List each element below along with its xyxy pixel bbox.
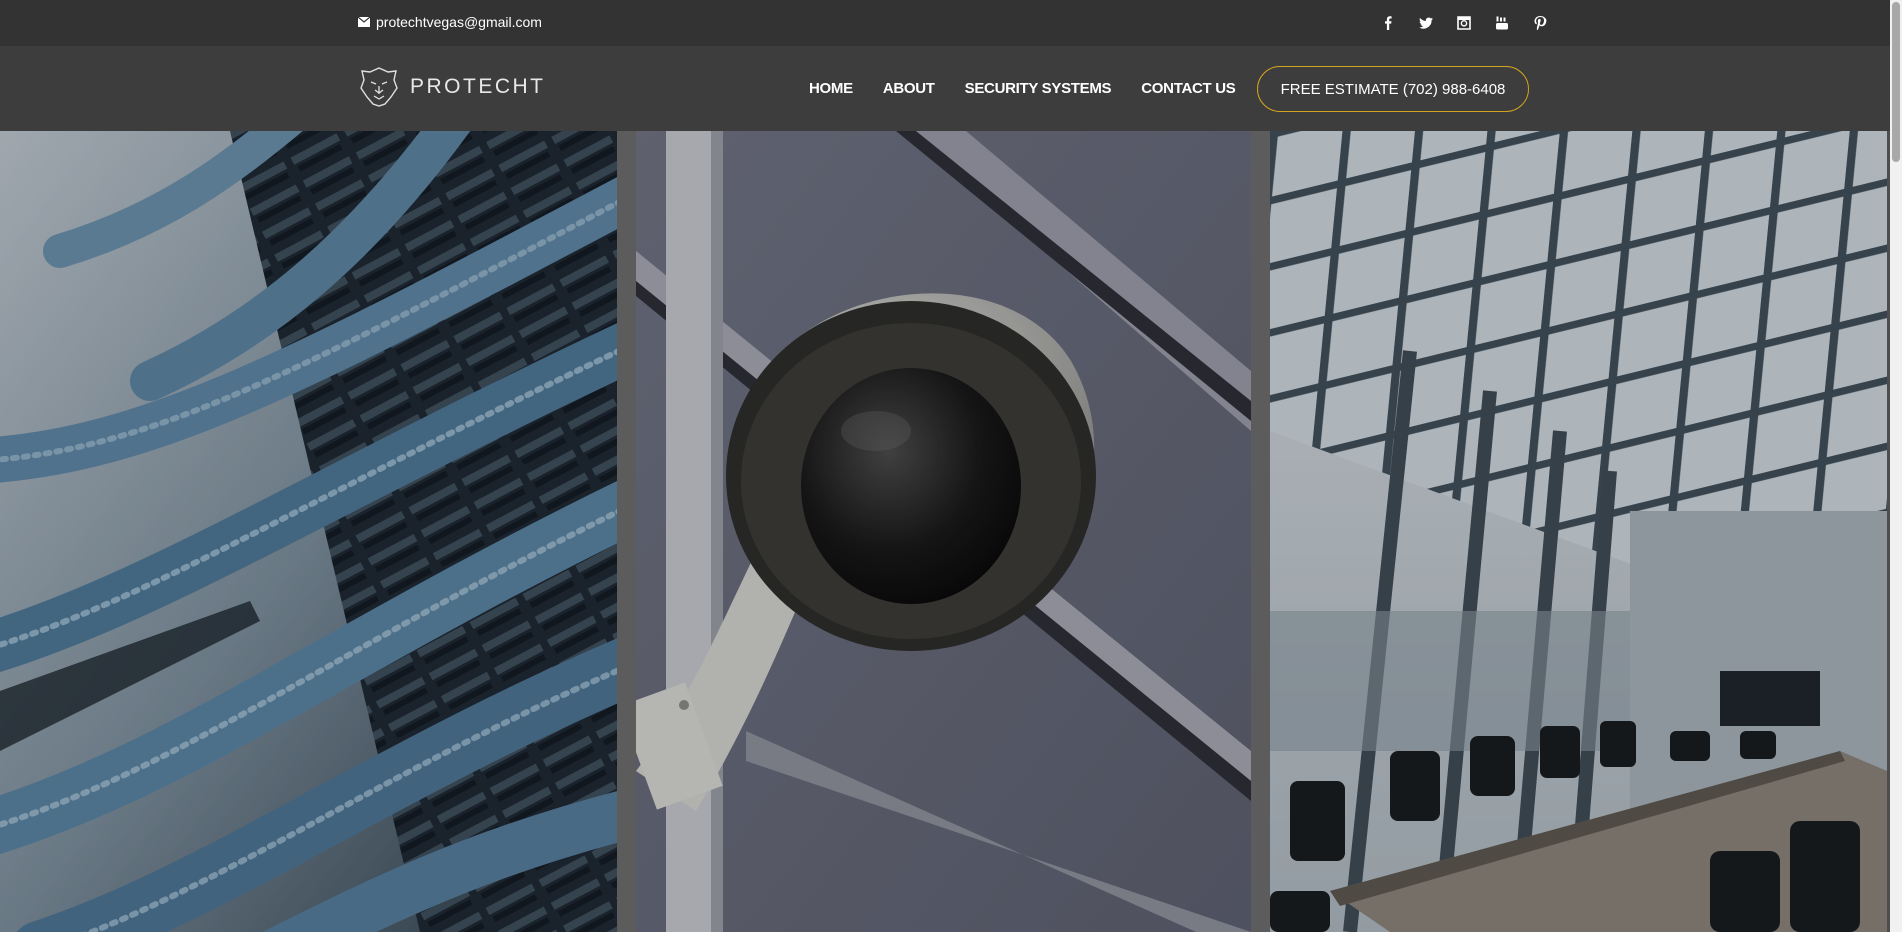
nav-contact-us[interactable]: CONTACT US: [1141, 80, 1236, 97]
email-text: protechtvegas@gmail.com: [376, 14, 542, 30]
lion-head-icon: [360, 67, 398, 107]
scrollbar-thumb[interactable]: [1892, 2, 1900, 162]
logo-text: PROTECHT: [410, 75, 546, 98]
mail-icon: [358, 17, 370, 27]
twitter-icon[interactable]: [1407, 13, 1445, 33]
instagram-icon[interactable]: [1445, 13, 1483, 33]
logo[interactable]: PROTECHT: [358, 66, 546, 108]
social-links: [1369, 13, 1559, 33]
free-estimate-button[interactable]: FREE ESTIMATE (702) 988-6408: [1257, 66, 1529, 112]
main-nav: HOME ABOUT SECURITY SYSTEMS CONTACT US: [809, 80, 1236, 97]
top-contact-bar: protechtvegas@gmail.com: [0, 0, 1890, 46]
nav-home[interactable]: HOME: [809, 80, 853, 97]
page-scrollbar[interactable]: [1890, 0, 1902, 932]
facebook-icon[interactable]: [1369, 13, 1407, 33]
youtube-icon[interactable]: [1483, 13, 1521, 33]
hero-gallery: [0, 131, 1890, 932]
hero-overlay: [0, 131, 1890, 932]
nav-about[interactable]: ABOUT: [883, 80, 935, 97]
email-link[interactable]: protechtvegas@gmail.com: [358, 14, 542, 30]
nav-security-systems[interactable]: SECURITY SYSTEMS: [965, 80, 1112, 97]
pinterest-icon[interactable]: [1521, 13, 1559, 33]
site-header: PROTECHT HOME ABOUT SECURITY SYSTEMS CON…: [0, 46, 1890, 131]
